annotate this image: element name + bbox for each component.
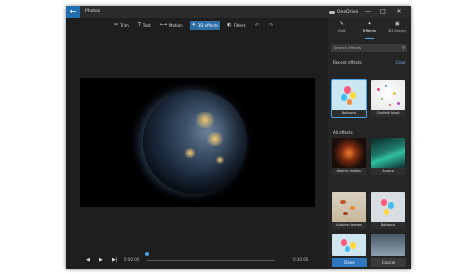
motion-button[interactable]: ⟷ Motion xyxy=(158,21,185,30)
trim-icon: ✂ xyxy=(114,22,119,28)
effect-label: Atomic motion xyxy=(332,168,366,175)
text-button[interactable]: T Text xyxy=(136,21,153,30)
effect-thumb-autumn-leaves[interactable]: Autumn leaves xyxy=(332,192,366,229)
seek-handle[interactable] xyxy=(145,252,149,256)
effect-thumb-confetti-blast[interactable]: Confetti blast xyxy=(371,80,405,117)
edit-toolbar: ✂ Trim T Text ⟷ Motion ✦ 3D effects ◐ Fi… xyxy=(112,21,276,30)
effect-thumb-aurora[interactable]: Aurora xyxy=(371,138,405,175)
video-stage: ✂ Trim T Text ⟷ Motion ✦ 3D effects ◐ Fi… xyxy=(66,18,328,269)
3d-effects-icon: ✦ xyxy=(191,22,196,28)
effect-thumb-more-1[interactable] xyxy=(332,234,366,256)
effect-label: Confetti blast xyxy=(371,110,405,117)
effect-thumb-atomic-motion[interactable]: Atomic motion xyxy=(332,138,366,175)
filters-icon: ◐ xyxy=(227,22,232,28)
tab-effects[interactable]: ✦ Effects xyxy=(356,20,384,39)
effect-label: Aurora xyxy=(371,168,405,175)
pencil-icon: ✎ xyxy=(339,21,344,27)
redo-icon[interactable]: ↷ xyxy=(267,21,276,30)
filters-label: Filters xyxy=(233,23,246,28)
cancel-button[interactable]: Cancel xyxy=(371,258,406,267)
effect-label: Autumn leaves xyxy=(332,222,366,229)
effects-icon: ✦ xyxy=(367,21,372,27)
title-bar: ← Photos OneDrive — □ ✕ xyxy=(66,6,411,18)
all-effects-title: All effects xyxy=(333,130,353,135)
library-icon: ▣ xyxy=(394,21,400,27)
tab-effects-label: Effects xyxy=(363,28,376,33)
forward-icon[interactable]: ▶| xyxy=(112,255,118,265)
effect-thumb-balloons[interactable]: Balloons xyxy=(371,192,405,229)
video-preview[interactable] xyxy=(80,78,315,207)
search-placeholder: Search effects xyxy=(334,45,362,50)
panel-footer: Done Cancel xyxy=(328,257,411,269)
3d-effects-button[interactable]: ✦ 3D effects xyxy=(189,21,221,30)
3d-effects-label: 3D effects xyxy=(197,23,219,28)
effect-label: Balloons xyxy=(332,110,366,117)
onedrive-label: OneDrive xyxy=(337,9,359,15)
undo-icon[interactable]: ↶ xyxy=(253,21,262,30)
playback-controls: ◀ ▶ ▶| 0:00.00 0:30.60 xyxy=(80,252,315,265)
minimize-button[interactable]: — xyxy=(362,6,374,18)
tab-3d-library[interactable]: ▣ 3D library xyxy=(383,20,411,38)
back-button[interactable]: ← xyxy=(66,6,80,18)
effects-panel: ✎ Edit ✦ Effects ▣ 3D library Search eff… xyxy=(328,18,411,269)
effect-label: Balloons xyxy=(371,222,405,229)
text-icon: T xyxy=(137,22,141,28)
effect-thumb-more-2[interactable] xyxy=(371,234,405,256)
seek-bar[interactable] xyxy=(147,260,275,261)
tab-edit[interactable]: ✎ Edit xyxy=(328,20,356,38)
text-label: Text xyxy=(142,23,151,28)
done-button[interactable]: Done xyxy=(332,258,367,267)
cloud-icon xyxy=(329,10,335,14)
maximize-button[interactable]: □ xyxy=(377,6,389,18)
photos-window: ← Photos OneDrive — □ ✕ ✂ Trim T Text ⟷ … xyxy=(66,6,411,269)
tab-3d-library-label: 3D library xyxy=(387,28,407,33)
onedrive-status[interactable]: OneDrive xyxy=(329,6,358,18)
current-time: 0:00.00 xyxy=(124,257,140,262)
search-icon[interactable]: ⚲ xyxy=(402,44,405,52)
effect-thumb-balloons-recent[interactable]: Balloons xyxy=(331,79,367,118)
search-input[interactable]: Search effects ⚲ xyxy=(331,44,407,52)
recent-effects-title: Recent effects xyxy=(333,60,362,65)
panel-tabs: ✎ Edit ✦ Effects ▣ 3D library xyxy=(328,20,411,39)
total-time: 0:30.60 xyxy=(293,257,309,262)
filters-button[interactable]: ◐ Filters xyxy=(225,21,247,30)
motion-label: Motion xyxy=(169,23,183,28)
clear-link[interactable]: Clear xyxy=(396,60,406,65)
app-title: Photos xyxy=(85,9,101,14)
close-button[interactable]: ✕ xyxy=(393,6,405,18)
tab-edit-label: Edit xyxy=(338,28,346,33)
rewind-icon[interactable]: ◀ xyxy=(86,255,90,265)
trim-button[interactable]: ✂ Trim xyxy=(112,21,131,30)
play-icon[interactable]: ▶ xyxy=(99,255,103,265)
trim-label: Trim xyxy=(120,23,129,28)
earth-image xyxy=(143,90,247,194)
motion-icon: ⟷ xyxy=(159,22,168,28)
